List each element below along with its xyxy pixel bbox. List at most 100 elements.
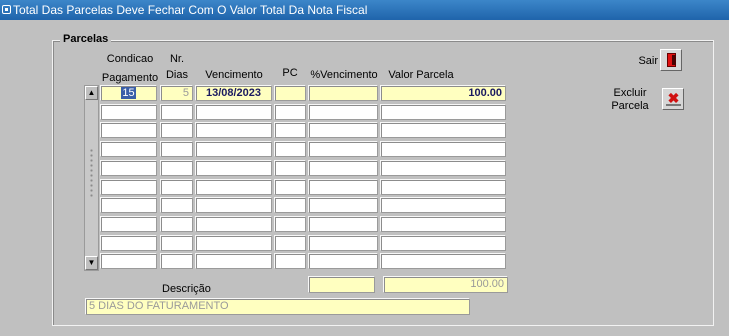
perc-vencimento-cell[interactable] [308,160,378,176]
condicao-cell[interactable] [100,197,157,213]
valor-parcela-cell[interactable] [380,253,506,269]
header-vencimento: Vencimento [195,69,273,81]
header-pc-label: PC [282,67,298,79]
dias-cell[interactable] [160,197,193,213]
condicao-cell[interactable] [100,253,157,269]
vencimento-cell[interactable] [195,216,272,232]
scroll-down-arrow-icon[interactable]: ▼ [85,256,98,270]
dias-cell[interactable] [160,104,193,120]
total-percent-field [308,276,375,293]
header-condicao-line2: Pagamento [101,72,159,84]
pc-cell[interactable] [274,104,306,120]
condicao-cell-value: 15 [121,87,136,99]
condicao-cell[interactable] [100,235,157,251]
dias-cell[interactable] [160,141,193,157]
header-dias-line2: Dias [165,69,188,81]
scrollbar-grip[interactable] [89,148,94,198]
pc-cell[interactable] [274,179,306,195]
excluir-parcela-button[interactable]: ✖ [662,88,684,110]
condicao-cell[interactable] [100,179,157,195]
header-condicao: Condicao [100,53,160,65]
condicao-cell[interactable] [100,122,157,138]
exit-door-icon [667,53,676,67]
perc-vencimento-cell[interactable] [308,179,378,195]
dias-cell[interactable] [160,179,193,195]
header-perc-label: %Vencimento [310,69,378,81]
header-pagamento: Pagamento [100,72,160,84]
delete-x-icon: ✖ [666,90,681,106]
descricao-label: Descrição [162,283,211,295]
valor-parcela-cell[interactable]: 100.00 [380,85,506,101]
header-dias: Dias [160,69,194,81]
perc-vencimento-cell[interactable] [308,141,378,157]
perc-vencimento-cell[interactable] [308,85,378,101]
header-nr: Nr. [160,53,194,65]
header-valor-label: Valor Parcela [388,69,454,81]
scroll-up-arrow-icon[interactable]: ▲ [85,86,98,100]
header-vencimento-label: Vencimento [205,69,263,81]
perc-vencimento-cell[interactable] [308,122,378,138]
valor-parcela-cell[interactable] [380,160,506,176]
perc-vencimento-cell[interactable] [308,235,378,251]
vencimento-cell[interactable] [195,253,272,269]
header-valor-parcela: Valor Parcela [380,69,462,81]
perc-vencimento-cell[interactable] [308,104,378,120]
condicao-cell[interactable] [100,141,157,157]
excluir-parcela-label: Excluir Parcela [606,87,654,113]
dias-cell-value: 5 [182,87,189,99]
valor-parcela-cell[interactable] [380,179,506,195]
descricao-field: 5 DIAS DO FATURAMENTO [85,298,470,315]
vencimento-cell[interactable] [195,160,272,176]
header-pc: PC [274,67,306,79]
vencimento-cell[interactable] [195,122,272,138]
header-perc-vencimento: %Vencimento [308,69,380,81]
perc-vencimento-cell[interactable] [308,253,378,269]
valor-parcela-cell[interactable] [380,197,506,213]
header-dias-line1: Nr. [169,53,185,65]
header-condicao-line1: Condicao [106,53,154,65]
valor-parcela-cell[interactable] [380,216,506,232]
valor-parcela-cell[interactable] [380,141,506,157]
excluir-label-line1: Excluir [613,87,647,99]
dias-cell[interactable] [160,160,193,176]
pc-cell[interactable] [274,160,306,176]
pc-cell[interactable] [274,197,306,213]
dias-cell[interactable] [160,216,193,232]
pc-cell[interactable] [274,253,306,269]
condicao-cell[interactable] [100,216,157,232]
total-valor-field: 100.00 [383,276,508,293]
pc-cell[interactable] [274,141,306,157]
rows-scrollbar[interactable]: ▲ ▼ [84,85,99,271]
condicao-cell[interactable] [100,160,157,176]
vencimento-cell[interactable] [195,104,272,120]
pc-cell[interactable] [274,235,306,251]
vencimento-cell[interactable] [195,235,272,251]
valor-parcela-cell[interactable] [380,235,506,251]
condicao-cell[interactable] [100,104,157,120]
dias-cell[interactable]: 5 [160,85,193,101]
perc-vencimento-cell[interactable] [308,197,378,213]
excluir-label-line2: Parcela [611,100,649,112]
valor-parcela-cell-value: 100.00 [468,87,502,99]
pc-cell[interactable] [274,216,306,232]
window-title: Total Das Parcelas Deve Fechar Com O Val… [13,3,368,17]
perc-vencimento-cell[interactable] [308,216,378,232]
condicao-cell[interactable]: 15 [100,85,157,101]
vencimento-cell[interactable] [195,179,272,195]
dias-cell[interactable] [160,253,193,269]
pc-cell[interactable] [274,122,306,138]
vencimento-cell[interactable] [195,141,272,157]
sair-label: Sair [638,55,658,67]
sair-button[interactable] [660,49,682,71]
window-icon [2,5,11,14]
dias-cell[interactable] [160,122,193,138]
window-titlebar: Total Das Parcelas Deve Fechar Com O Val… [0,0,729,20]
vencimento-cell[interactable] [195,197,272,213]
vencimento-cell-value: 13/08/2023 [205,87,262,99]
pc-cell[interactable] [274,85,306,101]
vencimento-cell[interactable]: 13/08/2023 [195,85,272,101]
dias-cell[interactable] [160,235,193,251]
parcelas-group-label: Parcelas [60,33,112,45]
valor-parcela-cell[interactable] [380,122,506,138]
valor-parcela-cell[interactable] [380,104,506,120]
